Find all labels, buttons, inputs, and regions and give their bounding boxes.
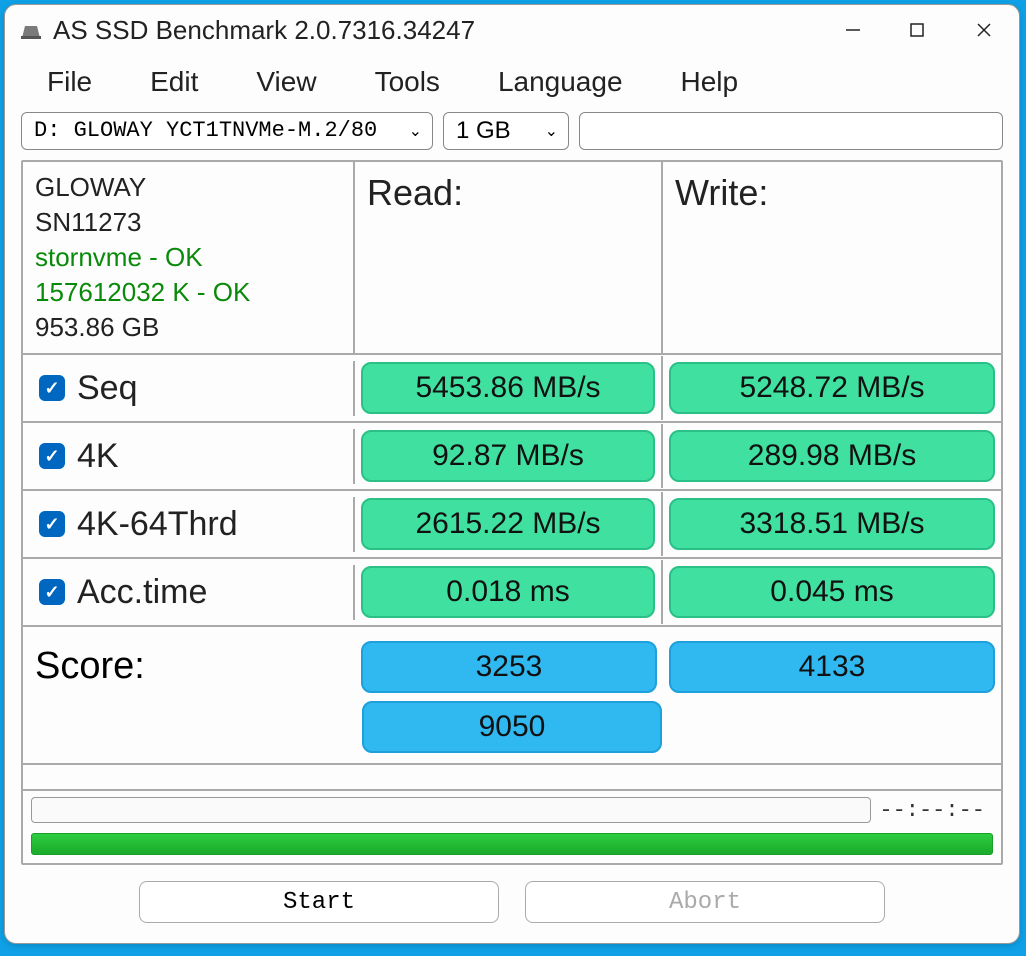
k4-label-cell: ✓ 4K [23, 429, 355, 484]
k4-read-value: 92.87 MB/s [361, 430, 655, 482]
menu-file[interactable]: File [21, 60, 122, 104]
start-button[interactable]: Start [139, 881, 499, 923]
window-title: AS SSD Benchmark 2.0.7316.34247 [53, 15, 821, 46]
status-row: --:--:-- [23, 791, 1001, 829]
header-row: GLOWAY SN11273 stornvme - OK 157612032 K… [23, 162, 1001, 355]
drive-driver-status: stornvme - OK [35, 240, 341, 275]
k4-64-read-value: 2615.22 MB/s [361, 498, 655, 550]
drive-model: GLOWAY [35, 170, 341, 205]
row-seq: ✓ Seq 5453.86 MB/s 5248.72 MB/s [23, 355, 1001, 423]
blank-input[interactable] [579, 112, 1003, 150]
acc-label: Acc.time [77, 573, 207, 612]
app-window: AS SSD Benchmark 2.0.7316.34247 File Edi… [4, 4, 1020, 944]
k4-64-label: 4K-64Thrd [77, 505, 238, 544]
button-row: Start Abort [5, 865, 1019, 943]
score-row: Score: 3253 4133 9050 [23, 627, 1001, 765]
progress-bar-full [31, 833, 993, 855]
drive-select-value: D: GLOWAY YCT1TNVMe-M.2/80 [34, 118, 377, 143]
spacer-row [23, 765, 1001, 791]
drive-select[interactable]: D: GLOWAY YCT1TNVMe-M.2/80 ⌄ [21, 112, 433, 150]
row-4k64: ✓ 4K-64Thrd 2615.22 MB/s 3318.51 MB/s [23, 491, 1001, 559]
write-header: Write: [663, 162, 1001, 353]
selector-row: D: GLOWAY YCT1TNVMe-M.2/80 ⌄ 1 GB ⌄ [5, 112, 1019, 160]
results-panel: GLOWAY SN11273 stornvme - OK 157612032 K… [21, 160, 1003, 865]
seq-label-cell: ✓ Seq [23, 361, 355, 416]
seq-label: Seq [77, 369, 138, 408]
k4-label: 4K [77, 437, 119, 476]
drive-info: GLOWAY SN11273 stornvme - OK 157612032 K… [23, 162, 355, 353]
score-total: 9050 [362, 701, 662, 753]
titlebar: AS SSD Benchmark 2.0.7316.34247 [5, 5, 1019, 56]
close-button[interactable] [949, 5, 1019, 56]
abort-button[interactable]: Abort [525, 881, 885, 923]
elapsed-time: --:--:-- [871, 798, 993, 823]
seq-read-value: 5453.86 MB/s [361, 362, 655, 414]
maximize-button[interactable] [885, 5, 949, 56]
chevron-down-icon: ⌄ [409, 121, 422, 141]
app-icon [19, 20, 43, 40]
k4-64-write-value: 3318.51 MB/s [669, 498, 995, 550]
menu-edit[interactable]: Edit [124, 60, 228, 104]
menubar: File Edit View Tools Language Help [5, 56, 1019, 112]
seq-checkbox[interactable]: ✓ [39, 375, 65, 401]
size-select-value: 1 GB [456, 117, 511, 145]
seq-write-value: 5248.72 MB/s [669, 362, 995, 414]
menu-language[interactable]: Language [472, 60, 653, 104]
acc-checkbox[interactable]: ✓ [39, 579, 65, 605]
score-label: Score: [23, 627, 355, 697]
acc-write-value: 0.045 ms [669, 566, 995, 618]
read-header: Read: [355, 162, 663, 353]
k4-write-value: 289.98 MB/s [669, 430, 995, 482]
k4-64-checkbox[interactable]: ✓ [39, 511, 65, 537]
size-select[interactable]: 1 GB ⌄ [443, 112, 569, 150]
row-4k: ✓ 4K 92.87 MB/s 289.98 MB/s [23, 423, 1001, 491]
k4-checkbox[interactable]: ✓ [39, 443, 65, 469]
drive-capacity: 953.86 GB [35, 310, 341, 345]
chevron-down-icon: ⌄ [545, 121, 558, 141]
score-write: 4133 [669, 641, 995, 693]
window-controls [821, 5, 1019, 56]
menu-view[interactable]: View [230, 60, 346, 104]
acc-read-value: 0.018 ms [361, 566, 655, 618]
drive-alignment-status: 157612032 K - OK [35, 275, 341, 310]
menu-tools[interactable]: Tools [349, 60, 470, 104]
score-read: 3253 [361, 641, 657, 693]
row-acctime: ✓ Acc.time 0.018 ms 0.045 ms [23, 559, 1001, 627]
menu-help[interactable]: Help [655, 60, 769, 104]
acc-label-cell: ✓ Acc.time [23, 565, 355, 620]
k4-64-label-cell: ✓ 4K-64Thrd [23, 497, 355, 552]
drive-serial: SN11273 [35, 205, 341, 240]
minimize-button[interactable] [821, 5, 885, 56]
progress-bar-empty [31, 797, 871, 823]
